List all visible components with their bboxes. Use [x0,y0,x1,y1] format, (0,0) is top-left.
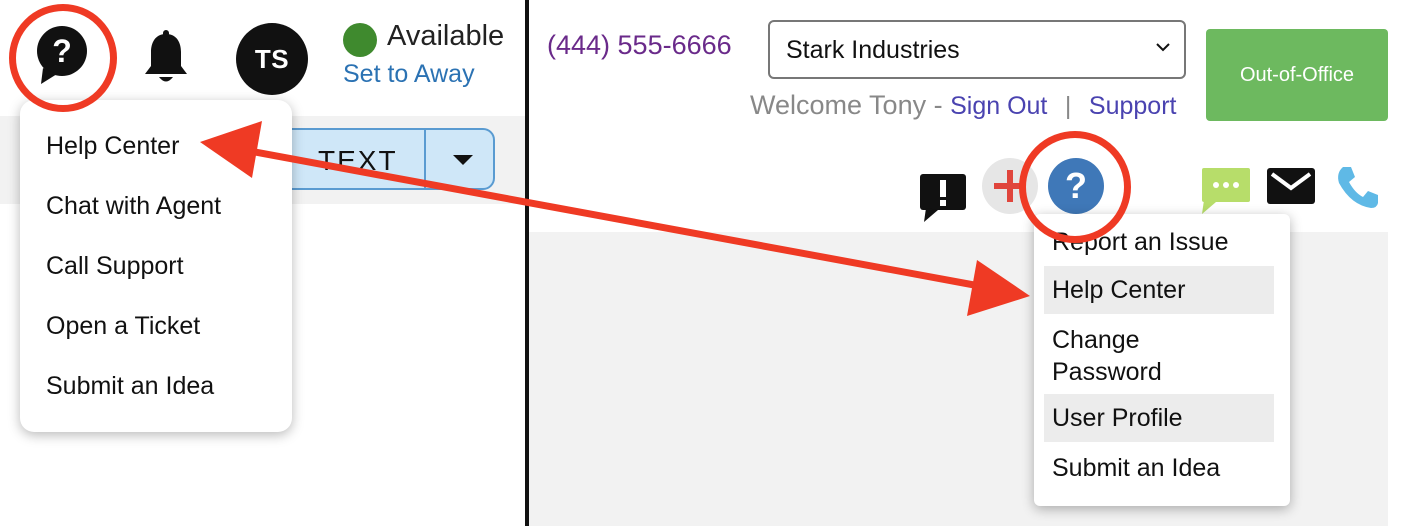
annotation-arrow [200,121,1030,316]
